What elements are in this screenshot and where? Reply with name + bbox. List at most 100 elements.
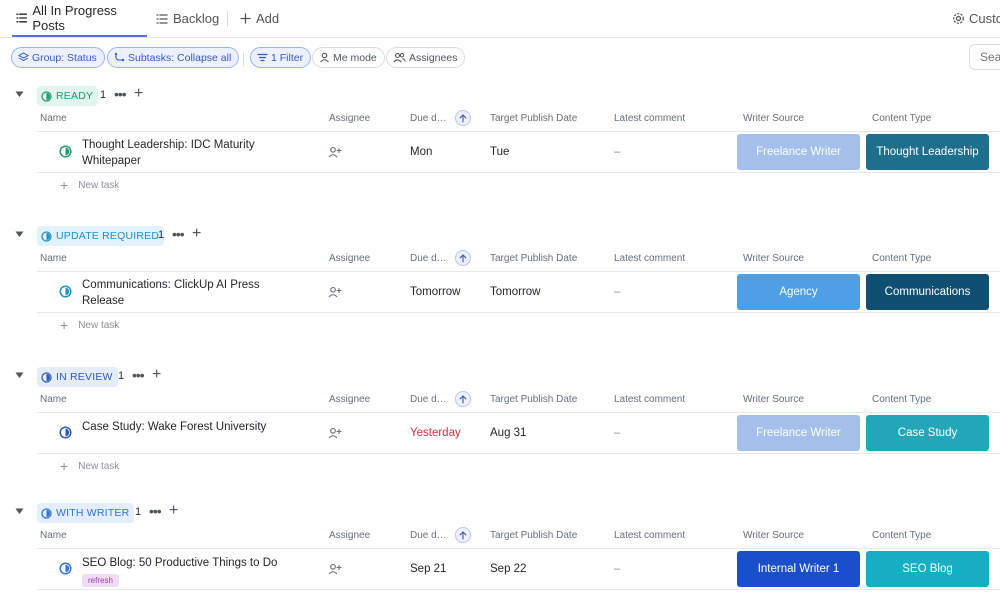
- column-name[interactable]: Name: [40, 113, 67, 124]
- add-assignee-icon[interactable]: [328, 427, 342, 439]
- status-circle-icon[interactable]: [59, 426, 72, 439]
- plus-icon: +: [60, 458, 69, 474]
- column-name[interactable]: Name: [40, 394, 67, 405]
- subtasks-chip[interactable]: Subtasks: Collapse all: [107, 47, 240, 68]
- column-latest-comment[interactable]: Latest comment: [614, 394, 685, 405]
- table-row[interactable]: Thought Leadership: IDC Maturity Whitepa…: [37, 131, 1000, 173]
- task-name[interactable]: Communications: ClickUp AI Press Release: [82, 277, 282, 309]
- latest-comment[interactable]: –: [614, 563, 620, 575]
- column-latest-comment[interactable]: Latest comment: [614, 530, 685, 541]
- task-name[interactable]: Case Study: Wake Forest University: [82, 419, 282, 435]
- status-pill[interactable]: READY: [37, 86, 99, 106]
- column-assignee[interactable]: Assignee: [329, 394, 370, 405]
- more-icon[interactable]: •••: [114, 86, 127, 102]
- add-assignee-icon[interactable]: [328, 146, 342, 158]
- due-date[interactable]: Tomorrow: [410, 286, 460, 298]
- filter-chip[interactable]: 1 Filter: [250, 47, 312, 68]
- column-writer-source[interactable]: Writer Source: [743, 113, 804, 124]
- content-type-label[interactable]: Case Study: [866, 415, 989, 451]
- more-icon[interactable]: •••: [172, 226, 185, 242]
- customize-button[interactable]: Customize: [952, 0, 1000, 37]
- status-pill[interactable]: WITH WRITER: [37, 503, 135, 523]
- column-latest-comment[interactable]: Latest comment: [614, 113, 685, 124]
- table-row[interactable]: SEO Blog: 50 Productive Things to Do ref…: [37, 548, 1000, 590]
- writer-source-label[interactable]: Freelance Writer: [737, 134, 860, 170]
- status-pill[interactable]: UPDATE REQUIRED: [37, 226, 165, 246]
- due-date[interactable]: Yesterday: [410, 427, 461, 439]
- task-name[interactable]: SEO Blog: 50 Productive Things to Do: [82, 555, 282, 571]
- sort-ascending-button[interactable]: [455, 391, 471, 407]
- column-target-publish-date[interactable]: Target Publish Date: [490, 530, 577, 541]
- task-tag[interactable]: refresh: [82, 574, 119, 587]
- column-target-publish-date[interactable]: Target Publish Date: [490, 394, 577, 405]
- new-task-button[interactable]: + New task: [60, 178, 119, 192]
- more-icon[interactable]: •••: [149, 503, 162, 519]
- column-due-date[interactable]: Due d…: [410, 113, 447, 124]
- add-assignee-icon[interactable]: [328, 286, 342, 298]
- group-by-chip[interactable]: Group: Status: [11, 47, 105, 68]
- target-publish-date[interactable]: Sep 22: [490, 563, 526, 575]
- column-content-type[interactable]: Content Type: [872, 530, 931, 541]
- table-row[interactable]: Case Study: Wake Forest University Yeste…: [37, 412, 1000, 454]
- new-task-button[interactable]: + New task: [60, 318, 119, 332]
- filter-divider: [243, 52, 244, 66]
- writer-source-label[interactable]: Agency: [737, 274, 860, 310]
- table-row[interactable]: Communications: ClickUp AI Press Release…: [37, 271, 1000, 313]
- add-task-plus-icon[interactable]: +: [192, 225, 201, 243]
- chevron-down-icon[interactable]: [15, 91, 24, 98]
- status-circle-icon[interactable]: [59, 562, 72, 575]
- column-writer-source[interactable]: Writer Source: [743, 394, 804, 405]
- column-writer-source[interactable]: Writer Source: [743, 253, 804, 264]
- latest-comment[interactable]: –: [614, 146, 620, 158]
- add-assignee-icon[interactable]: [328, 563, 342, 575]
- sort-ascending-button[interactable]: [455, 250, 471, 266]
- new-task-button[interactable]: + New task: [60, 459, 119, 473]
- me-mode-chip[interactable]: Me mode: [312, 47, 385, 68]
- target-publish-date[interactable]: Tue: [490, 146, 509, 158]
- status-circle-icon[interactable]: [59, 145, 72, 158]
- add-task-plus-icon[interactable]: +: [169, 502, 178, 520]
- column-name[interactable]: Name: [40, 253, 67, 264]
- latest-comment[interactable]: –: [614, 427, 620, 439]
- chevron-down-icon[interactable]: [15, 508, 24, 515]
- add-view-button[interactable]: Add: [240, 0, 279, 37]
- column-assignee[interactable]: Assignee: [329, 113, 370, 124]
- column-due-date[interactable]: Due d…: [410, 394, 447, 405]
- content-type-label[interactable]: Communications: [866, 274, 989, 310]
- tab-all-in-progress-posts[interactable]: All In Progress Posts: [12, 0, 147, 37]
- column-target-publish-date[interactable]: Target Publish Date: [490, 113, 577, 124]
- tab-backlog[interactable]: Backlog: [156, 0, 219, 37]
- due-date[interactable]: Mon: [410, 146, 432, 158]
- writer-source-label[interactable]: Internal Writer 1: [737, 551, 860, 587]
- content-type-label[interactable]: Thought Leadership: [866, 134, 989, 170]
- column-target-publish-date[interactable]: Target Publish Date: [490, 253, 577, 264]
- chevron-down-icon[interactable]: [15, 372, 24, 379]
- column-writer-source[interactable]: Writer Source: [743, 530, 804, 541]
- add-task-plus-icon[interactable]: +: [134, 85, 143, 103]
- column-name[interactable]: Name: [40, 530, 67, 541]
- column-due-date[interactable]: Due d…: [410, 253, 447, 264]
- target-publish-date[interactable]: Aug 31: [490, 427, 526, 439]
- search-input[interactable]: [969, 44, 1000, 70]
- writer-source-label[interactable]: Freelance Writer: [737, 415, 860, 451]
- column-content-type[interactable]: Content Type: [872, 394, 931, 405]
- content-type-label[interactable]: SEO Blog: [866, 551, 989, 587]
- latest-comment[interactable]: –: [614, 286, 620, 298]
- assignees-chip[interactable]: Assignees: [386, 47, 466, 68]
- status-circle-icon[interactable]: [59, 285, 72, 298]
- sort-ascending-button[interactable]: [455, 527, 471, 543]
- task-name[interactable]: Thought Leadership: IDC Maturity Whitepa…: [82, 137, 282, 169]
- status-pill[interactable]: IN REVIEW: [37, 367, 118, 387]
- column-due-date[interactable]: Due d…: [410, 530, 447, 541]
- sort-ascending-button[interactable]: [455, 110, 471, 126]
- column-assignee[interactable]: Assignee: [329, 253, 370, 264]
- column-content-type[interactable]: Content Type: [872, 113, 931, 124]
- due-date[interactable]: Sep 21: [410, 563, 446, 575]
- more-icon[interactable]: •••: [132, 367, 145, 383]
- column-assignee[interactable]: Assignee: [329, 530, 370, 541]
- target-publish-date[interactable]: Tomorrow: [490, 286, 540, 298]
- column-content-type[interactable]: Content Type: [872, 253, 931, 264]
- add-task-plus-icon[interactable]: +: [152, 366, 161, 384]
- column-latest-comment[interactable]: Latest comment: [614, 253, 685, 264]
- chevron-down-icon[interactable]: [15, 231, 24, 238]
